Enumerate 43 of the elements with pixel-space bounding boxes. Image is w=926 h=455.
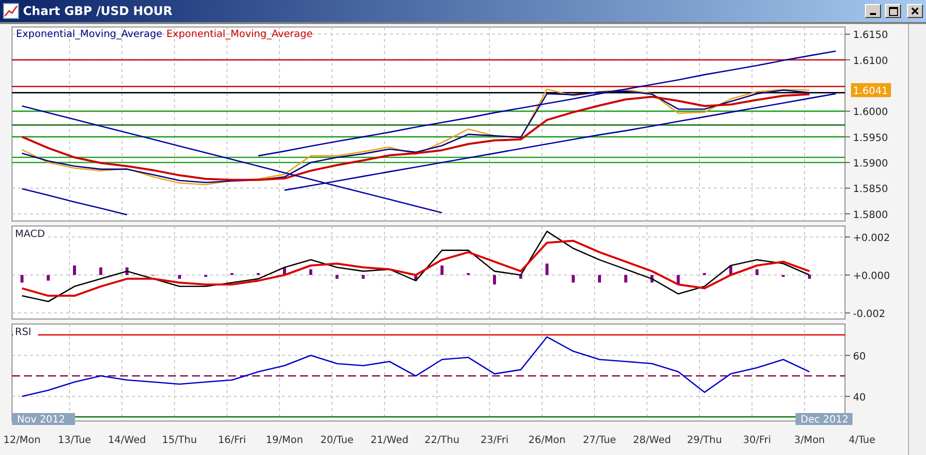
date-label: 12/Mon xyxy=(3,435,41,446)
maximize-icon xyxy=(888,6,898,16)
axis-label: 1.5900 xyxy=(853,158,888,170)
axis-label: 1.5800 xyxy=(853,210,888,221)
date-label: 20/Tue xyxy=(320,435,354,446)
axis-label: 40 xyxy=(853,392,866,404)
window-title: Chart GBP /USD HOUR xyxy=(23,4,174,18)
minimize-button[interactable] xyxy=(865,4,881,18)
close-icon xyxy=(911,7,919,15)
date-label: 28/Wed xyxy=(633,435,671,446)
panel-label: MACD xyxy=(13,227,45,240)
axis-label: 1.5950 xyxy=(853,132,888,144)
date-label: 22/Thu xyxy=(424,435,460,446)
axis-label: +0.000 xyxy=(853,270,890,282)
date-label: 19/Mon xyxy=(266,435,304,446)
maximize-button[interactable] xyxy=(885,4,901,18)
date-label: 21/Wed xyxy=(370,435,408,446)
date-label: 23/Fri xyxy=(480,435,508,446)
date-label: 13/Tue xyxy=(58,435,92,446)
legend-label: Exponential_Moving_Average xyxy=(166,29,313,40)
chart-icon xyxy=(3,3,19,19)
date-label: 3/Mon xyxy=(794,435,825,446)
axis-label: 1.6000 xyxy=(853,107,888,118)
panel-label: RSI xyxy=(13,325,38,338)
axis-label: -0.002 xyxy=(853,308,886,320)
close-button[interactable] xyxy=(907,4,923,18)
legend-label: Exponential_Moving_Average xyxy=(16,29,162,40)
month-badge: Nov 2012 xyxy=(12,413,75,426)
axis-label: +0.002 xyxy=(853,233,890,244)
date-label: 27/Tue xyxy=(582,435,616,446)
date-label: 14/Wed xyxy=(108,435,146,446)
date-label: 4/Tue xyxy=(848,435,876,446)
axis-label: 60 xyxy=(853,351,866,362)
date-label: 15/Thu xyxy=(162,435,197,446)
date-label: 29/Thu xyxy=(687,435,722,446)
axis-label: 1.5850 xyxy=(853,184,888,196)
month-badge: Dec 2012 xyxy=(796,413,852,426)
axis-label: 1.6150 xyxy=(853,30,888,42)
date-label: 30/Fri xyxy=(743,435,771,446)
axis-label: 1.6100 xyxy=(853,56,888,67)
date-label: 26/Mon xyxy=(528,435,566,446)
price-badge: 1.6041 xyxy=(851,83,891,98)
date-label: 16/Fri xyxy=(218,435,246,446)
